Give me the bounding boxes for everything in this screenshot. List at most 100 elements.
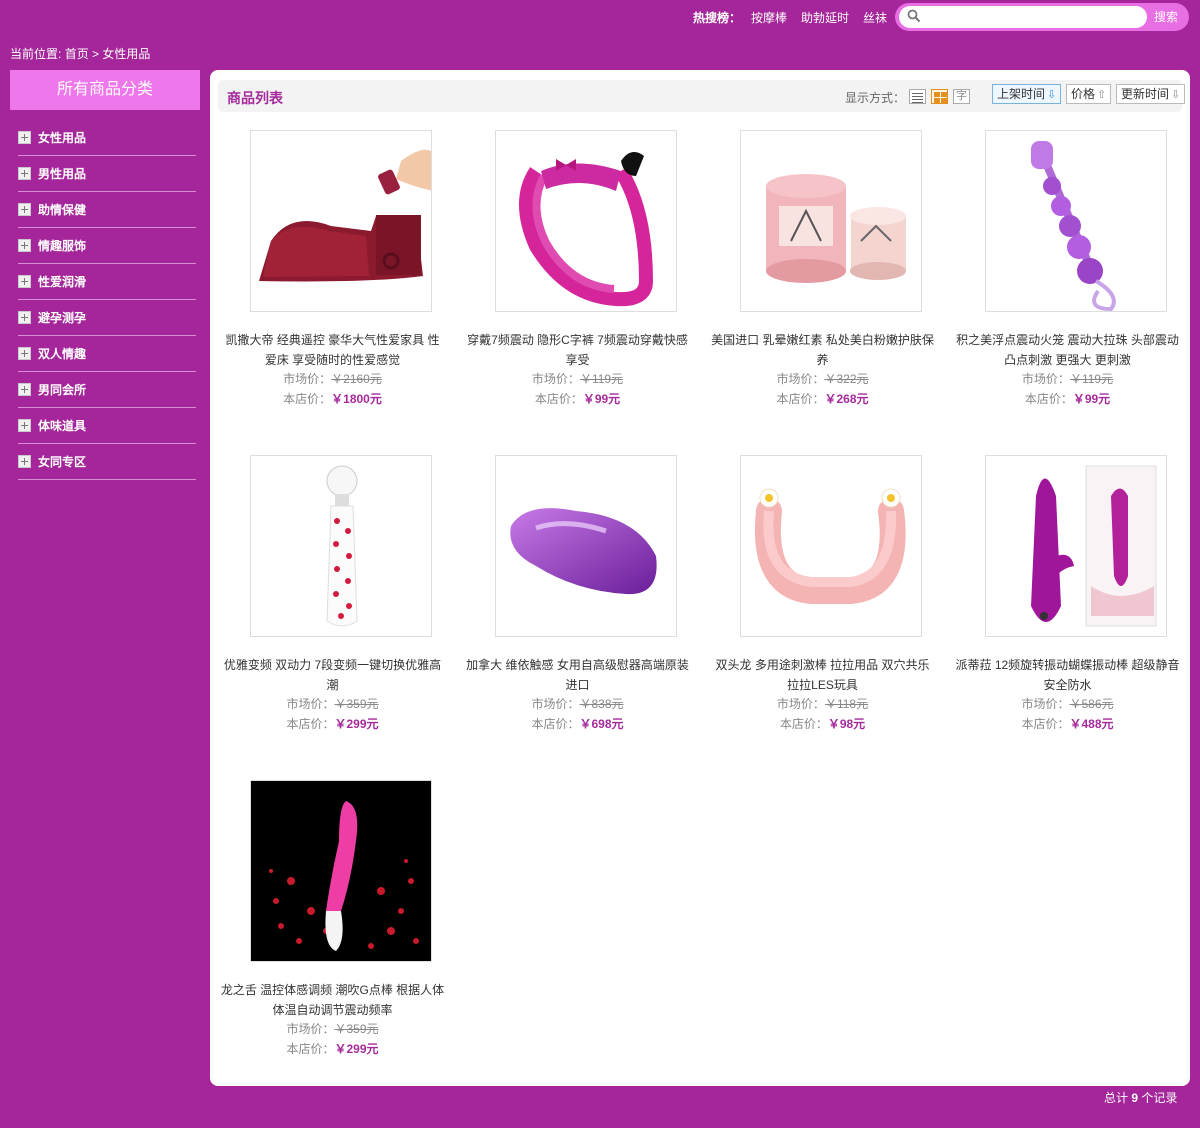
category-item[interactable]: 男性用品 <box>18 156 196 192</box>
shop-price-value: ￥299元 <box>334 717 379 731</box>
market-price-value: ￥359元 <box>334 1022 379 1036</box>
category-header: 所有商品分类 <box>10 70 200 110</box>
shop-price: 本店价：￥268元 <box>700 390 945 407</box>
market-price: 市场价：￥322元 <box>700 370 945 387</box>
shop-price-label: 本店价： <box>1021 717 1070 731</box>
category-item[interactable]: 助情保健 <box>18 192 196 228</box>
total-count: 9 <box>1131 1091 1139 1105</box>
category-item[interactable]: 男同会所 <box>18 372 196 408</box>
category-label: 男性用品 <box>38 167 87 181</box>
search-button[interactable]: 搜索 <box>1154 8 1178 25</box>
shop-price: 本店价：￥99元 <box>945 390 1190 407</box>
hot-link[interactable]: 助勃延时 <box>801 11 849 25</box>
expand-plus-icon[interactable] <box>18 311 31 324</box>
category-label: 避孕测孕 <box>38 311 87 325</box>
product-name[interactable]: 加拿大 维依触感 女用自高级慰器高端原装进口 <box>465 655 690 695</box>
product-name[interactable]: 美国进口 乳晕嫩红素 私处美白粉嫩护肤保养 <box>710 330 935 370</box>
market-price: 市场价：￥838元 <box>455 695 700 712</box>
search-icon <box>907 9 921 23</box>
sort-label: 价格 <box>1071 87 1096 101</box>
product-name[interactable]: 优雅变频 双动力 7段变频一键切换优雅高潮 <box>220 655 445 695</box>
category-label: 男同会所 <box>38 383 87 397</box>
grid-view-icon[interactable] <box>931 89 948 104</box>
category-label: 女性用品 <box>38 131 87 145</box>
product-image[interactable] <box>740 130 922 312</box>
category-item[interactable]: 女同专区 <box>18 444 196 480</box>
expand-plus-icon[interactable] <box>18 419 31 432</box>
category-item[interactable]: 双人情趣 <box>18 336 196 372</box>
text-view-icon[interactable]: 字 <box>953 89 970 104</box>
expand-plus-icon[interactable] <box>18 275 31 288</box>
expand-plus-icon[interactable] <box>18 239 31 252</box>
category-item[interactable]: 避孕测孕 <box>18 300 196 336</box>
shop-price-value: ￥488元 <box>1069 717 1114 731</box>
market-price-value: ￥119元 <box>1069 372 1114 386</box>
shop-price-label: 本店价： <box>1024 392 1073 406</box>
market-price-value: ￥119元 <box>579 372 624 386</box>
product-name[interactable]: 龙之舌 温控体感调频 潮吹G点棒 根据人体体温自动调节震动频率 <box>220 980 445 1020</box>
expand-plus-icon[interactable] <box>18 203 31 216</box>
sort-label: 更新时间 <box>1121 87 1170 101</box>
list-toolbar: 商品列表 显示方式： 字 上架时间 ⇩ 价格 ⇧ 更新时间 ⇩ <box>218 80 1186 112</box>
product-image[interactable] <box>740 455 922 637</box>
product-name[interactable]: 双头龙 多用途刺激棒 拉拉用品 双穴共乐 拉拉LES玩具 <box>710 655 935 695</box>
sort-by-listing-time-button[interactable]: 上架时间 ⇩ <box>992 84 1062 104</box>
product-name[interactable]: 派蒂菈 12频旋转振动蝴蝶振动棒 超级静音安全防水 <box>955 655 1180 695</box>
shop-price-label: 本店价： <box>286 1042 335 1056</box>
shop-price: 本店价：￥98元 <box>700 715 945 732</box>
top-bar: 热搜榜： 按摩棒 助勃延时 丝袜 搜索 <box>0 0 1200 36</box>
shop-price-label: 本店价： <box>534 392 583 406</box>
expand-plus-icon[interactable] <box>18 383 31 396</box>
hot-link[interactable]: 按摩棒 <box>751 11 787 25</box>
category-item[interactable]: 女性用品 <box>18 120 196 156</box>
category-item[interactable]: 情趣服饰 <box>18 228 196 264</box>
market-price: 市场价：￥119元 <box>455 370 700 387</box>
arrow-down-icon: ⇩ <box>1047 89 1057 101</box>
expand-plus-icon[interactable] <box>18 347 31 360</box>
hot-search: 热搜榜： 按摩棒 助勃延时 丝袜 <box>693 9 887 26</box>
market-price-value: ￥838元 <box>579 697 624 711</box>
category-label: 情趣服饰 <box>38 239 87 253</box>
shop-price-value: ￥99元 <box>582 392 621 406</box>
product-image[interactable] <box>985 130 1167 312</box>
product-image[interactable] <box>985 455 1167 637</box>
category-label: 双人情趣 <box>38 347 87 361</box>
sort-by-update-time-button[interactable]: 更新时间 ⇩ <box>1116 84 1186 104</box>
market-price-label: 市场价： <box>531 697 580 711</box>
product-name[interactable]: 积之美浮点震动火笼 震动大拉珠 头部震动 凸点刺激 更强大 更刺激 <box>955 330 1180 370</box>
shop-price-label: 本店价： <box>286 717 335 731</box>
shop-price-label: 本店价： <box>531 717 580 731</box>
category-label: 性爱润滑 <box>38 275 87 289</box>
breadcrumb-home[interactable]: 首页 <box>65 47 89 61</box>
expand-plus-icon[interactable] <box>18 167 31 180</box>
sort-by-price-button[interactable]: 价格 ⇧ <box>1066 84 1112 104</box>
shop-price: 本店价：￥99元 <box>455 390 700 407</box>
product-image[interactable] <box>250 130 432 312</box>
list-view-icon[interactable] <box>909 89 926 104</box>
product-image[interactable] <box>495 455 677 637</box>
shop-price: 本店价：￥299元 <box>210 1040 455 1057</box>
total-suffix: 个记录 <box>1141 1091 1178 1105</box>
market-price-label: 市场价： <box>531 372 580 386</box>
search-input[interactable] <box>899 6 1147 28</box>
category-item[interactable]: 性爱润滑 <box>18 264 196 300</box>
expand-plus-icon[interactable] <box>18 455 31 468</box>
breadcrumb-current[interactable]: 女性用品 <box>102 47 150 61</box>
product-panel: 商品列表 显示方式： 字 上架时间 ⇩ 价格 ⇧ 更新时间 ⇩ 凯撒大帝 经典遥控 豪… <box>210 70 1190 1086</box>
category-label: 女同专区 <box>38 455 87 469</box>
product-image[interactable] <box>250 780 432 962</box>
product-name[interactable]: 凯撒大帝 经典遥控 豪华大气性爱家具 性爱床 享受随时的性爱感觉 <box>220 330 445 370</box>
product-image[interactable] <box>495 130 677 312</box>
display-mode-label: 显示方式： <box>845 91 906 105</box>
market-price-label: 市场价： <box>286 697 335 711</box>
expand-plus-icon[interactable] <box>18 131 31 144</box>
shop-price-value: ￥1800元 <box>331 392 382 406</box>
category-label: 助情保健 <box>38 203 87 217</box>
market-price-label: 市场价： <box>286 1022 335 1036</box>
product-image[interactable] <box>250 455 432 637</box>
market-price-label: 市场价： <box>1021 697 1070 711</box>
category-list: 女性用品男性用品助情保健情趣服饰性爱润滑避孕测孕双人情趣男同会所体味道具女同专区 <box>18 120 196 480</box>
product-name[interactable]: 穿戴7频震动 隐形C字裤 7频震动穿戴快感享受 <box>465 330 690 370</box>
category-item[interactable]: 体味道具 <box>18 408 196 444</box>
hot-link[interactable]: 丝袜 <box>863 11 887 25</box>
